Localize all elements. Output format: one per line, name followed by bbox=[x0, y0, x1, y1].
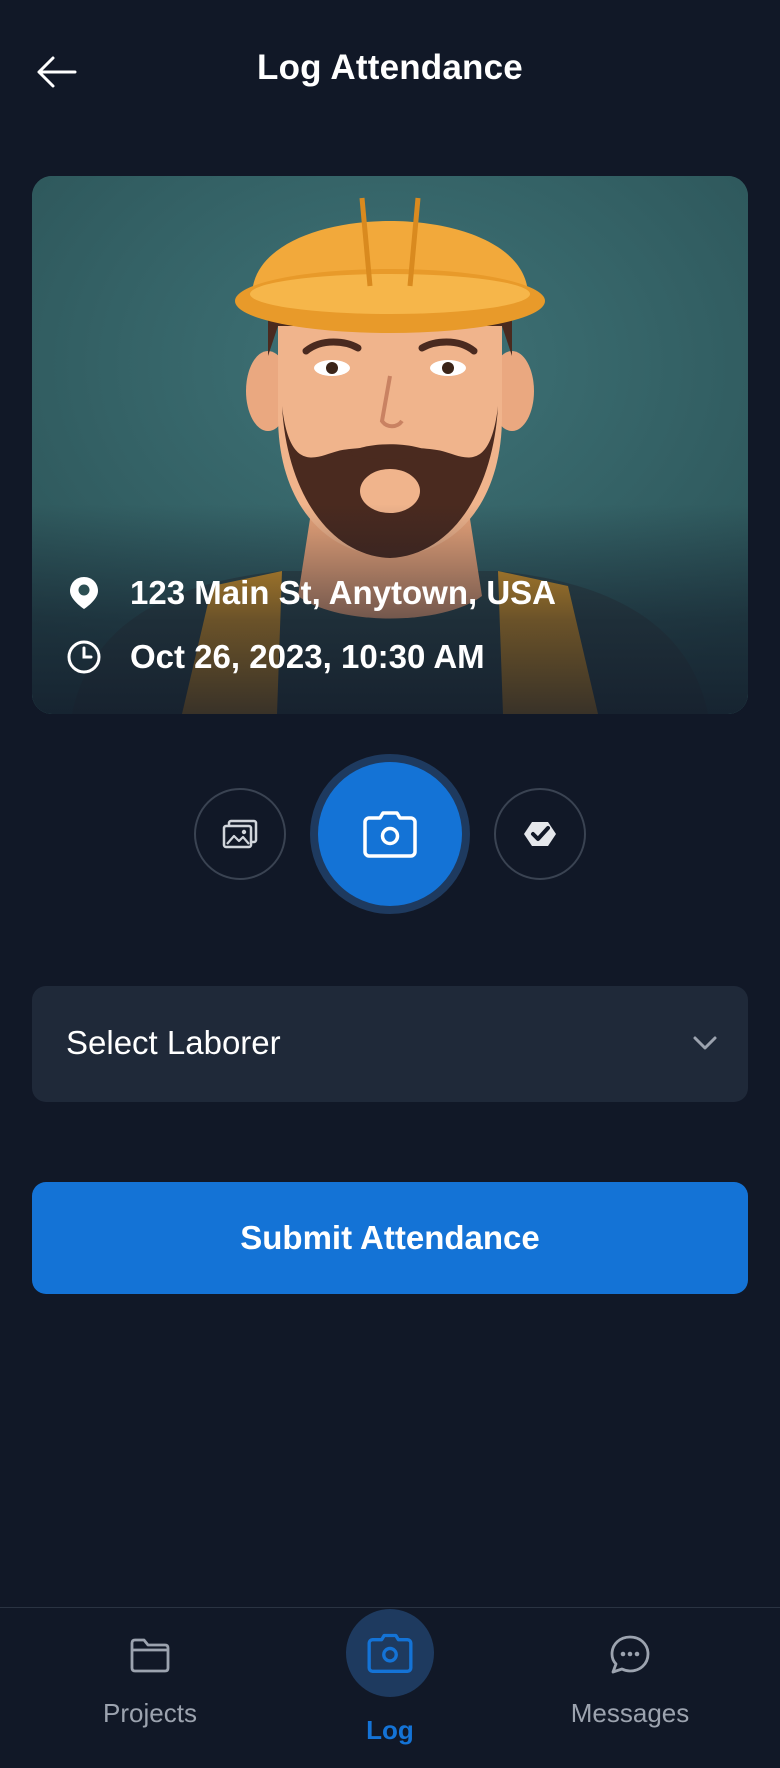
header: Log Attendance bbox=[0, 0, 780, 145]
map-pin-icon bbox=[66, 575, 102, 611]
nav-item-log[interactable]: Log bbox=[320, 1608, 460, 1746]
timestamp-text: Oct 26, 2023, 10:30 AM bbox=[130, 638, 485, 675]
folder-icon bbox=[80, 1628, 220, 1682]
nav-label-log: Log bbox=[366, 1715, 414, 1745]
select-laborer-dropdown[interactable]: Select Laborer bbox=[32, 986, 748, 1102]
nav-label-messages: Messages bbox=[570, 1698, 690, 1728]
shutter-inner bbox=[318, 762, 462, 906]
shutter-button[interactable] bbox=[310, 754, 470, 914]
flip-camera-button[interactable] bbox=[494, 788, 586, 880]
camera-icon bbox=[363, 811, 417, 858]
camera-controls bbox=[0, 752, 780, 914]
log-attendance-screen: Log Attendance 123 Main St, Anytown, USA… bbox=[0, 0, 780, 1768]
location-row: 123 Main St, Anytown, USA bbox=[66, 574, 556, 612]
chevron-down-icon bbox=[690, 1028, 720, 1063]
photo-preview: 123 Main St, Anytown, USA Oct 26, 2023, … bbox=[32, 176, 748, 714]
nav-item-projects[interactable]: Projects bbox=[80, 1628, 220, 1729]
nav-log-highlight bbox=[346, 1609, 434, 1697]
gallery-icon bbox=[222, 819, 258, 849]
timestamp-row: Oct 26, 2023, 10:30 AM bbox=[66, 638, 485, 676]
nav-label-projects: Projects bbox=[103, 1698, 197, 1728]
gallery-button[interactable] bbox=[194, 788, 286, 880]
page-title: Log Attendance bbox=[257, 48, 523, 87]
submit-attendance-button[interactable]: Submit Attendance bbox=[32, 1182, 748, 1294]
location-text: 123 Main St, Anytown, USA bbox=[130, 574, 557, 611]
flip-camera-icon bbox=[524, 822, 556, 846]
chat-bubble-icon bbox=[560, 1628, 700, 1682]
nav-item-messages[interactable]: Messages bbox=[560, 1628, 700, 1729]
select-laborer-placeholder: Select Laborer bbox=[66, 1024, 281, 1061]
bottom-nav: Projects Log Messages bbox=[0, 1607, 780, 1768]
camera-icon bbox=[367, 1633, 413, 1673]
clock-icon bbox=[66, 639, 102, 675]
